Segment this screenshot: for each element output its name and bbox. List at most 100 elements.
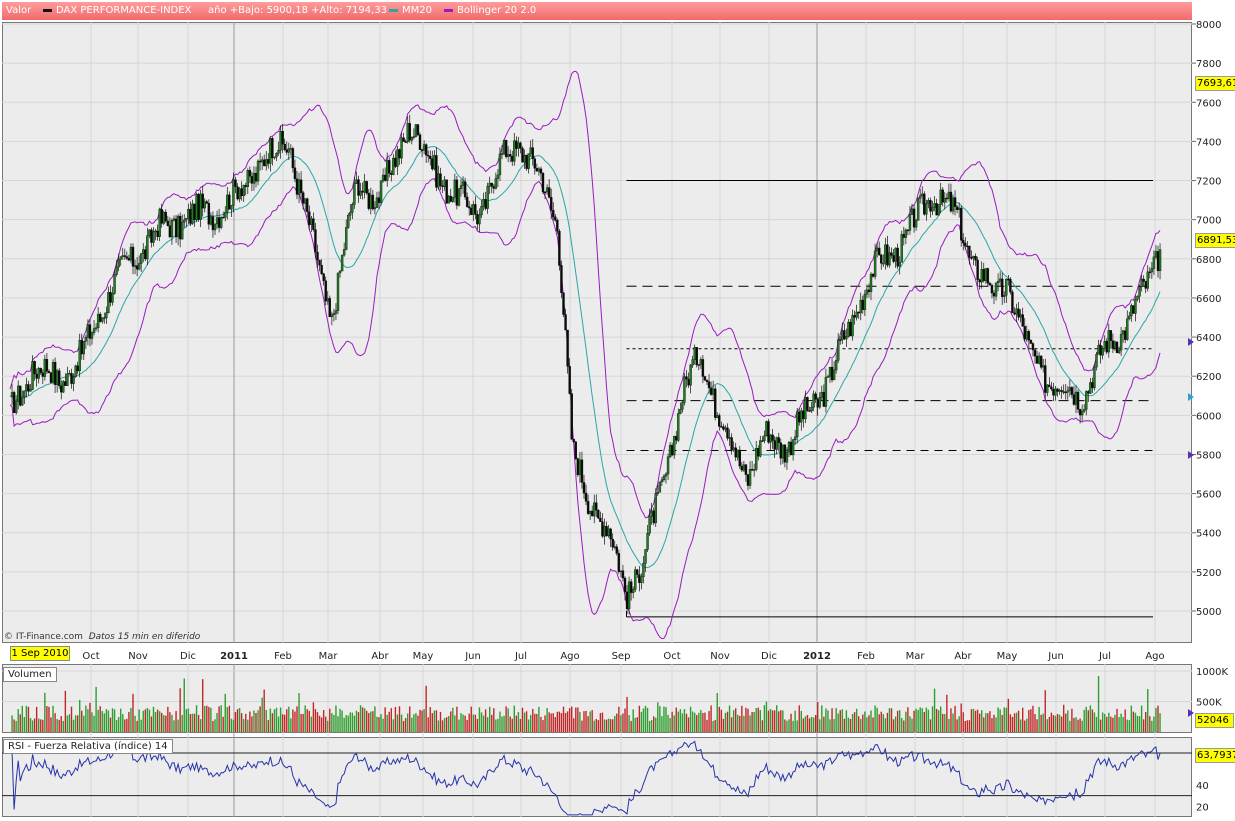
price-candles	[10, 114, 1162, 615]
candle-body	[755, 448, 758, 470]
volume-bar	[1069, 720, 1071, 732]
candle-body	[927, 200, 930, 204]
candle-body	[625, 591, 629, 609]
candle-body	[980, 269, 983, 283]
volume-bar	[644, 705, 647, 732]
volume-bar	[595, 718, 597, 732]
candle-body	[1115, 341, 1119, 354]
candle-body	[386, 160, 389, 181]
candle-body	[209, 216, 213, 225]
candle-body	[1068, 387, 1072, 392]
candle-body	[478, 214, 481, 225]
volume-bar	[732, 710, 735, 732]
candle-body	[914, 220, 918, 228]
volume-bar	[398, 706, 401, 732]
candle-body	[1080, 410, 1084, 416]
volume-bar	[144, 709, 146, 732]
volume-bar	[780, 710, 782, 732]
volume-bar	[101, 710, 103, 732]
volume-bar	[603, 719, 606, 732]
candle-body	[793, 436, 797, 440]
volume-bar	[232, 719, 235, 732]
current-price-tag: 6891,53	[1195, 233, 1235, 248]
candle-body	[267, 159, 270, 164]
candle-body	[703, 376, 707, 381]
candle-body	[535, 168, 539, 172]
candle-body	[406, 123, 409, 142]
volume-bar	[1026, 718, 1028, 732]
volume-bar	[905, 711, 907, 732]
volume-bar	[439, 711, 442, 732]
volume-bar	[308, 710, 310, 732]
candle-body	[189, 208, 192, 224]
candle-body	[1052, 388, 1055, 396]
volume-bar	[911, 718, 913, 732]
volume-bar	[702, 712, 704, 732]
candle-body	[472, 204, 475, 215]
x-tick-label: Nov	[128, 651, 148, 662]
volume-bar	[1112, 717, 1114, 732]
candle-body	[345, 227, 348, 250]
volume-bar	[351, 712, 354, 732]
volume-bar	[35, 706, 38, 732]
candle-body	[1111, 340, 1115, 349]
candle-body	[998, 278, 1002, 282]
volume-bar	[275, 707, 278, 732]
candle-body	[853, 315, 856, 318]
volume-bar	[1118, 717, 1120, 732]
candle-body	[453, 179, 457, 198]
volume-bar	[304, 705, 306, 732]
volume-bar	[991, 718, 993, 732]
volume-bar	[837, 713, 839, 732]
volume-bar	[109, 717, 112, 732]
volume-bar	[267, 720, 269, 732]
volume-bar	[607, 718, 610, 732]
candle-body	[86, 324, 90, 338]
volume-bar	[794, 710, 796, 732]
volume-bar	[802, 718, 805, 732]
candle-body	[90, 332, 94, 339]
volume-bar	[558, 711, 561, 732]
volume-bar	[441, 720, 444, 732]
volume-bar	[407, 713, 409, 732]
volume-bar	[817, 701, 819, 732]
volume-bar	[353, 715, 356, 732]
volume-bar	[718, 706, 720, 732]
candle-body	[957, 207, 961, 210]
volume-bar	[568, 708, 571, 732]
candle-body	[418, 134, 422, 150]
volume-bar	[191, 713, 194, 732]
volume-bar	[66, 715, 69, 732]
candle-body	[658, 481, 662, 493]
candle-body	[714, 388, 717, 418]
volume-bar	[1128, 720, 1130, 732]
volume-bar	[579, 711, 581, 732]
volume-bar	[247, 719, 249, 732]
volume-bar	[751, 712, 753, 732]
volume-bar	[515, 715, 518, 732]
volume-bar	[597, 719, 600, 732]
volume-bar	[929, 719, 932, 732]
volume-bar	[1017, 710, 1020, 732]
candle-body	[1117, 349, 1121, 354]
candle-body	[629, 581, 633, 593]
candle-body	[806, 397, 809, 411]
y-tick-label: 5800	[1196, 450, 1221, 461]
volume-bar	[325, 716, 327, 732]
candle-body	[857, 311, 860, 314]
volume-bar	[472, 714, 474, 732]
volume-bar	[798, 705, 800, 732]
volume-bar	[76, 715, 79, 732]
candle-body	[111, 293, 114, 303]
candle-body	[1132, 305, 1135, 314]
candle-body	[564, 314, 567, 331]
volume-bar	[374, 706, 376, 732]
candle-body	[851, 315, 854, 337]
candle-body	[681, 402, 684, 410]
candle-body	[496, 174, 500, 179]
volume-bar	[763, 705, 766, 732]
volume-bar	[489, 706, 491, 732]
volume-bar	[628, 715, 630, 732]
candle-body	[226, 194, 229, 213]
candle-body	[919, 195, 922, 199]
